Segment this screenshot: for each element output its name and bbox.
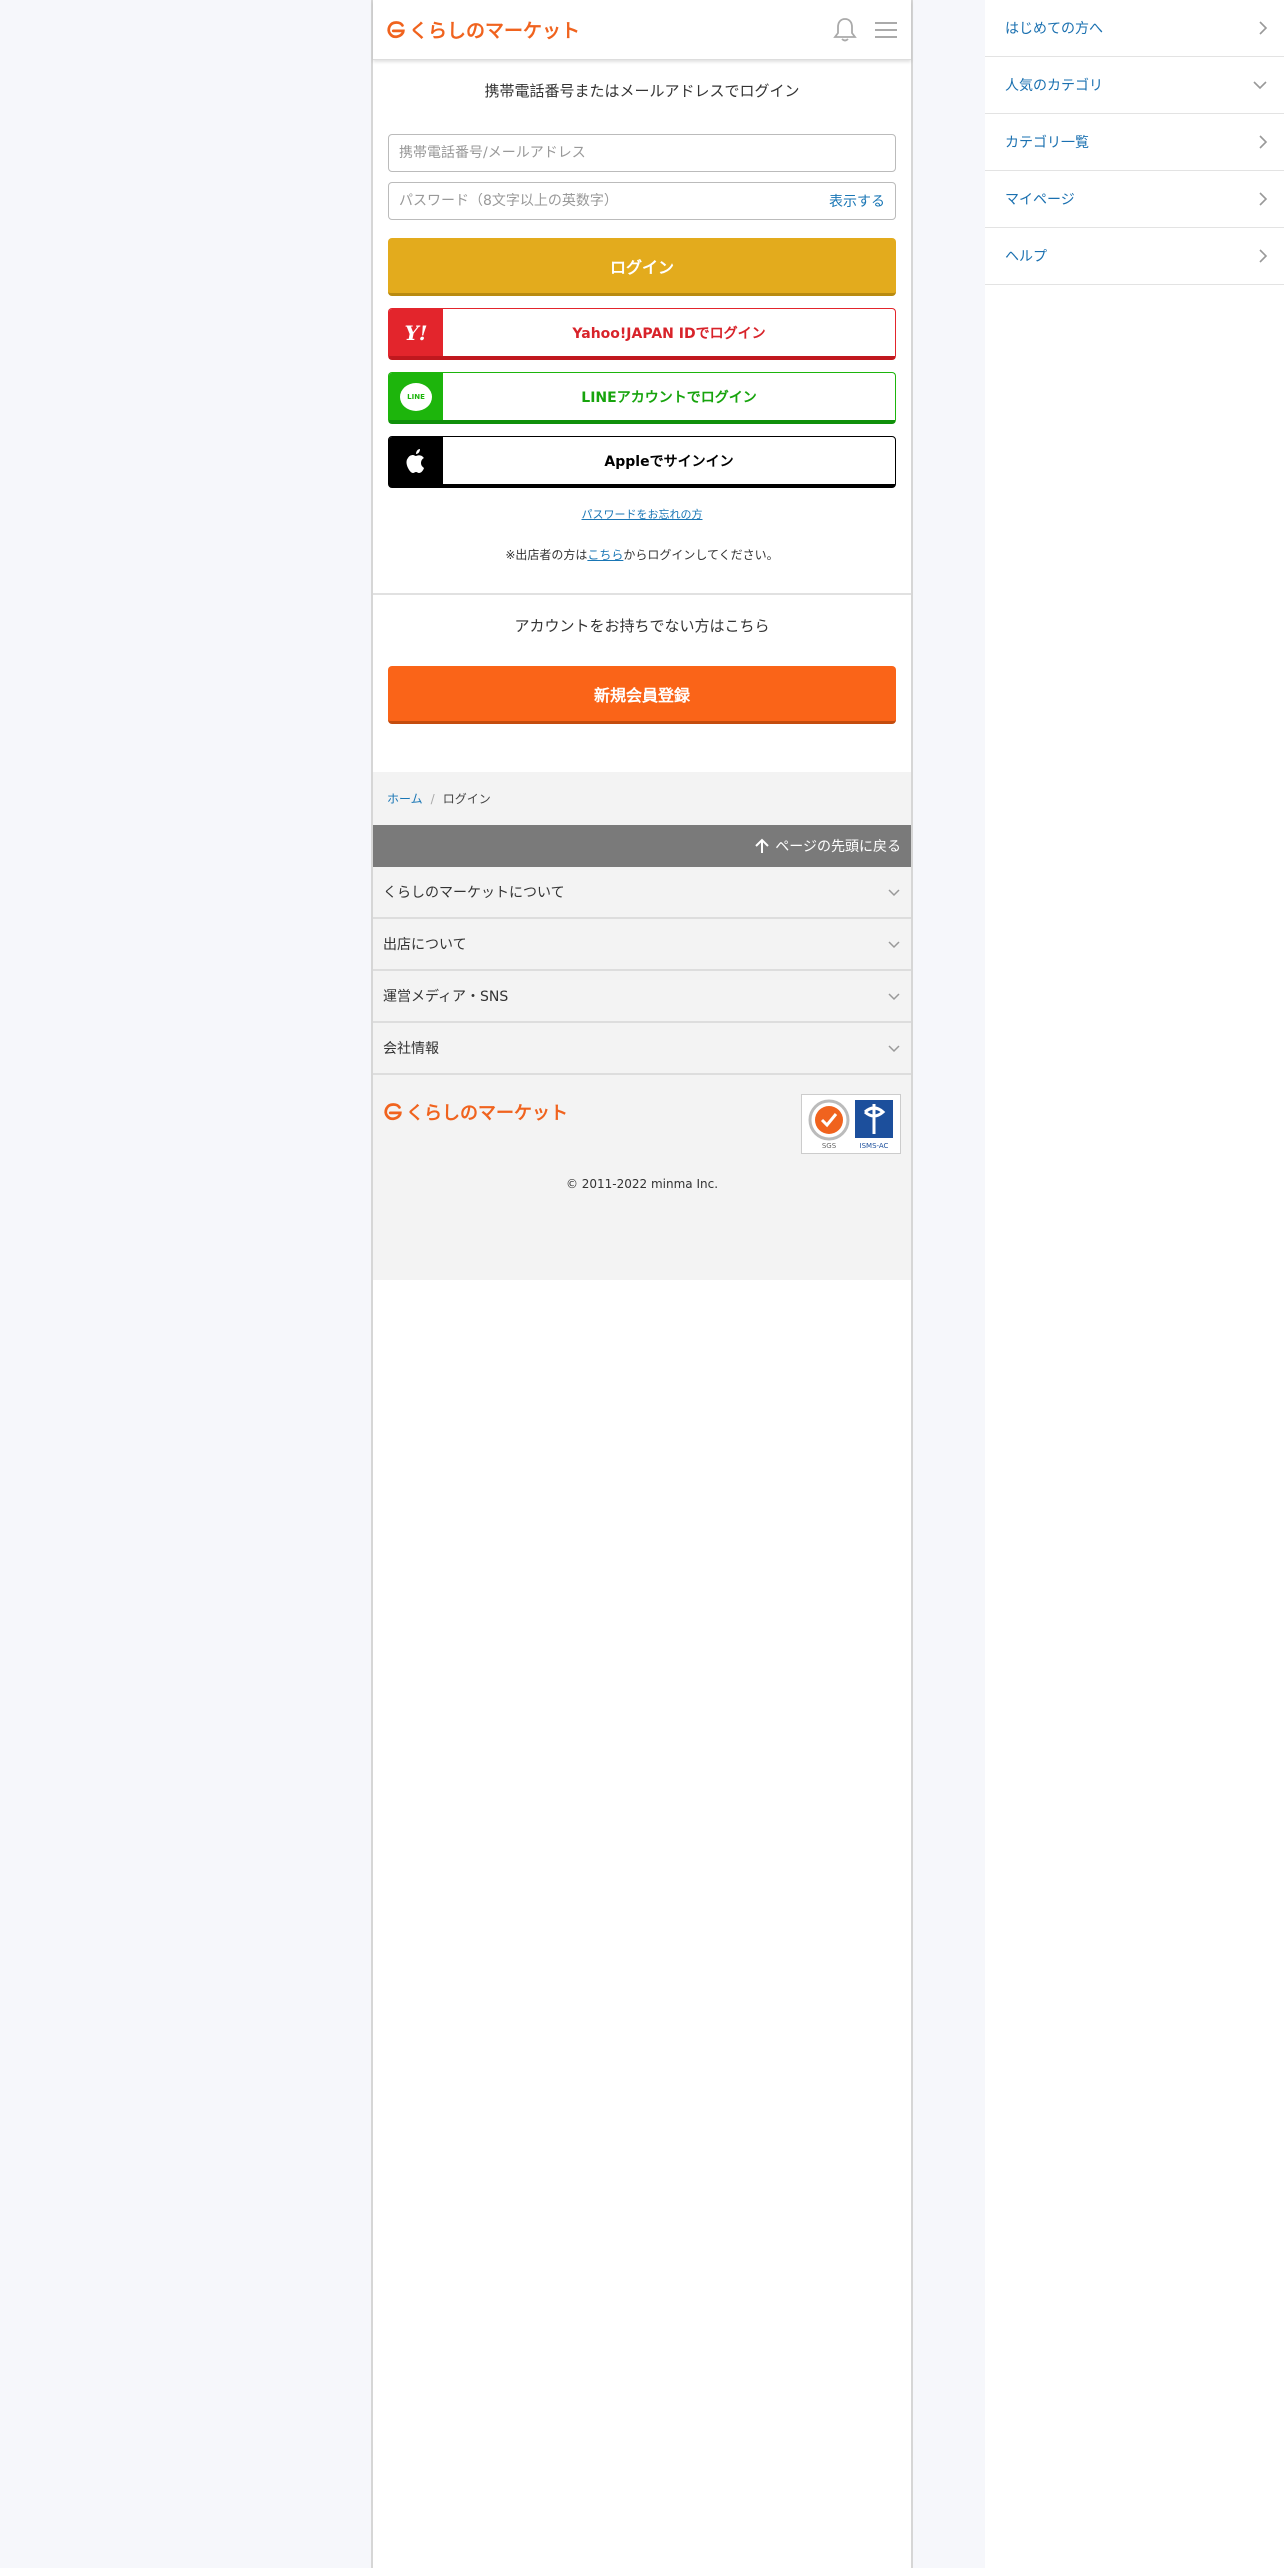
register-heading: アカウントをお持ちでない方はこちら xyxy=(514,617,770,635)
chevron-down-icon xyxy=(888,941,900,949)
side-nav-item-category-list[interactable]: カテゴリ一覧 xyxy=(985,114,1284,171)
side-nav-label: 人気のカテゴリ xyxy=(1005,78,1103,94)
login-heading: 携帯電話番号またはメールアドレスでログイン xyxy=(484,82,800,100)
certification-badges: SGS ISMS-AC xyxy=(801,1094,901,1154)
header: くらしのマーケット xyxy=(373,0,911,60)
forgot-password-link[interactable]: パスワードをお忘れの方 xyxy=(582,508,703,521)
breadcrumb-separator: / xyxy=(430,791,435,806)
main-column: くらしのマーケット 携帯電話番号またはメールアドレスでログイン 表示する ログイ… xyxy=(371,0,913,2568)
register-section: アカウントをお持ちでない方はこちら 新規会員登録 xyxy=(373,595,911,772)
side-nav-item-beginners[interactable]: はじめての方へ xyxy=(985,0,1284,57)
register-button[interactable]: 新規会員登録 xyxy=(388,666,896,724)
line-icon: LINE xyxy=(389,373,443,420)
chevron-right-icon xyxy=(1259,192,1268,206)
side-nav-label: マイページ xyxy=(1005,192,1075,208)
password-input[interactable] xyxy=(399,193,829,209)
svg-text:SGS: SGS xyxy=(822,1142,837,1150)
site-logo[interactable]: くらしのマーケット xyxy=(385,16,580,43)
footer-logo[interactable]: くらしのマーケット xyxy=(382,1099,568,1125)
side-nav-item-help[interactable]: ヘルプ xyxy=(985,228,1284,285)
chevron-down-icon xyxy=(888,1045,900,1053)
breadcrumb-home[interactable]: ホーム xyxy=(387,790,423,807)
chevron-right-icon xyxy=(1259,21,1268,35)
hamburger-menu-icon[interactable] xyxy=(875,21,897,39)
chevron-down-icon xyxy=(888,889,900,897)
apple-icon xyxy=(389,437,443,484)
logo-mark-icon xyxy=(387,20,405,38)
chevron-down-icon xyxy=(888,993,900,1001)
yahoo-login-button[interactable]: Y! Yahoo!JAPAN IDでログイン xyxy=(388,308,896,360)
header-icons xyxy=(833,17,897,43)
accordion-label: 出店について xyxy=(383,937,467,953)
side-nav-item-mypage[interactable]: マイページ xyxy=(985,171,1284,228)
line-login-label: LINEアカウントでログイン xyxy=(581,389,757,406)
side-nav-label: カテゴリ一覧 xyxy=(1005,135,1089,151)
forgot-password: パスワードをお忘れの方 xyxy=(388,506,896,522)
logo-text: くらしのマーケット xyxy=(409,20,581,42)
copyright: © 2011-2022 minma Inc. xyxy=(565,1177,719,1191)
accordion-label: くらしのマーケットについて xyxy=(383,885,565,901)
sgs-certification-icon: SGS xyxy=(808,1099,850,1150)
id-input[interactable] xyxy=(399,145,885,161)
show-password-link[interactable]: 表示する xyxy=(829,191,885,211)
side-nav-item-popular-categories[interactable]: 人気のカテゴリ xyxy=(985,57,1284,114)
apple-login-button[interactable]: Appleでサインイン xyxy=(388,436,896,488)
svg-text:ISMS-AC: ISMS-AC xyxy=(860,1142,889,1150)
footer-accordion-company[interactable]: 会社情報 xyxy=(373,1023,911,1075)
side-nav-label: ヘルプ xyxy=(1005,249,1047,265)
breadcrumb: ホーム / ログイン xyxy=(373,772,911,825)
accordion-label: 会社情報 xyxy=(383,1041,439,1057)
chevron-right-icon xyxy=(1259,135,1268,149)
yahoo-icon-text: Y! xyxy=(404,320,428,345)
login-section: 携帯電話番号またはメールアドレスでログイン 表示する ログイン Y! Yahoo… xyxy=(373,60,911,593)
breadcrumb-current: ログイン xyxy=(442,792,491,806)
line-icon-text: LINE xyxy=(407,392,425,401)
footer-bottom: くらしのマーケット SGS ISMS-AC © 2011-2022 minma … xyxy=(373,1075,911,1280)
back-to-top-button[interactable]: ページの先頭に戻る xyxy=(373,825,911,867)
bell-icon[interactable] xyxy=(833,17,857,43)
password-field[interactable]: 表示する xyxy=(388,182,896,220)
seller-login-link[interactable]: こちら xyxy=(587,548,623,562)
login-button[interactable]: ログイン xyxy=(388,238,896,296)
chevron-down-icon xyxy=(1253,81,1267,90)
yahoo-login-label: Yahoo!JAPAN IDでログイン xyxy=(572,325,766,342)
side-nav-label: はじめての方へ xyxy=(1005,21,1103,37)
isms-certification-icon: ISMS-AC xyxy=(855,1100,893,1150)
back-to-top-label: ページの先頭に戻る xyxy=(775,839,901,855)
side-nav: はじめての方へ 人気のカテゴリ カテゴリ一覧 マイページ ヘルプ xyxy=(985,0,1284,2568)
chevron-right-icon xyxy=(1259,249,1268,263)
footer-accordion-media[interactable]: 運営メディア・SNS xyxy=(373,971,911,1023)
footer-accordion-shop[interactable]: 出店について xyxy=(373,919,911,971)
apple-login-label: Appleでサインイン xyxy=(604,453,734,470)
footer-accordion-about[interactable]: くらしのマーケットについて xyxy=(373,867,911,919)
id-field[interactable] xyxy=(388,134,896,172)
seller-note-prefix: ※出店者の方は xyxy=(505,548,588,562)
footer-logo-text: くらしのマーケット xyxy=(406,1103,568,1124)
arrow-up-icon xyxy=(755,838,769,853)
logo-mark-icon xyxy=(384,1103,402,1121)
line-login-button[interactable]: LINE LINEアカウントでログイン xyxy=(388,372,896,424)
seller-note-suffix: からログインしてください。 xyxy=(623,548,779,562)
seller-note: ※出店者の方はこちらからログインしてください。 xyxy=(388,546,896,593)
yahoo-icon: Y! xyxy=(389,309,443,356)
accordion-label: 運営メディア・SNS xyxy=(383,989,509,1005)
